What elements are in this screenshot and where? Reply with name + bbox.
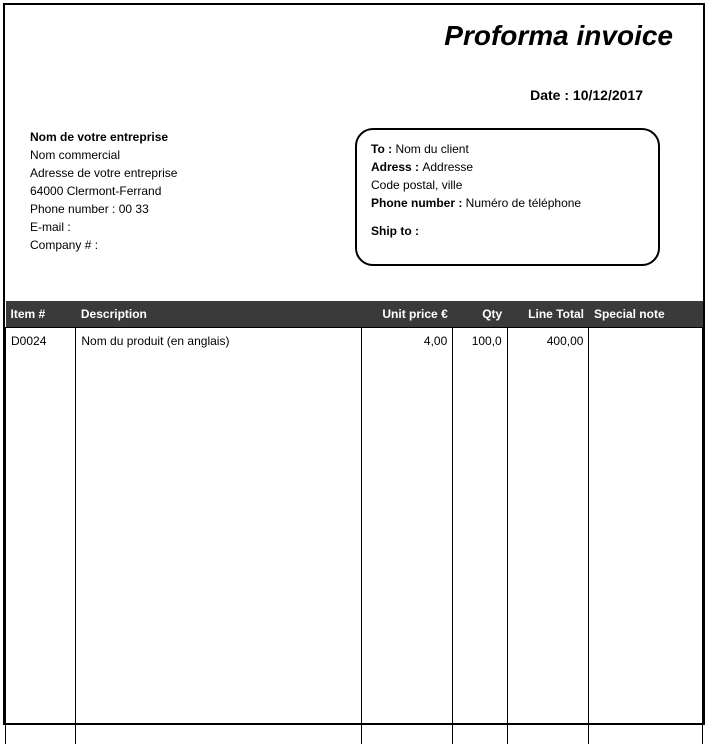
- cell-description: Nom du produit (en anglais): [76, 328, 362, 355]
- recipient-address-label: Adress :: [371, 160, 422, 174]
- date-label: Date :: [530, 87, 573, 103]
- cell-unit-price: 4,00: [362, 328, 453, 355]
- recipient-address: Adress : Addresse: [371, 158, 644, 176]
- header-block: Nom de votre entreprise Nom commercial A…: [5, 128, 703, 266]
- recipient-phone-value: Numéro de téléphone: [466, 196, 581, 210]
- recipient-to: To : Nom du client: [371, 140, 644, 158]
- table-filler: [6, 354, 703, 744]
- th-item: Item #: [6, 301, 76, 328]
- sender-phone-label: Phone number :: [30, 202, 119, 216]
- items-table-wrap: Item # Description Unit price € Qty Line…: [5, 301, 703, 744]
- th-description: Description: [76, 301, 362, 328]
- invoice-page: Proforma invoice Date : 10/12/2017 Nom d…: [3, 3, 705, 725]
- page-title: Proforma invoice: [5, 5, 703, 52]
- items-table: Item # Description Unit price € Qty Line…: [5, 301, 703, 744]
- th-line-total: Line Total: [507, 301, 589, 328]
- sender-phone-value: 00 33: [119, 202, 149, 216]
- recipient-city: Code postal, ville: [371, 176, 644, 194]
- sender-commercial-name: Nom commercial: [30, 146, 345, 164]
- sender-email: E-mail :: [30, 218, 345, 236]
- date-row: Date : 10/12/2017: [5, 87, 703, 103]
- recipient-to-value: Nom du client: [395, 142, 468, 156]
- sender-name: Nom de votre entreprise: [30, 128, 345, 146]
- th-special-note: Special note: [589, 301, 703, 328]
- recipient-shipto-label: Ship to :: [371, 222, 644, 240]
- recipient-address-value: Addresse: [422, 160, 473, 174]
- th-unit-price: Unit price €: [362, 301, 453, 328]
- recipient-to-label: To :: [371, 142, 395, 156]
- cell-special-note: [589, 328, 703, 355]
- cell-item: D0024: [6, 328, 76, 355]
- cell-line-total: 400,00: [507, 328, 589, 355]
- table-row: D0024 Nom du produit (en anglais) 4,00 1…: [6, 328, 703, 355]
- recipient-phone: Phone number : Numéro de téléphone: [371, 194, 644, 212]
- sender-address: Adresse de votre entreprise: [30, 164, 345, 182]
- sender-phone: Phone number : 00 33: [30, 200, 345, 218]
- recipient-phone-label: Phone number :: [371, 196, 466, 210]
- recipient-box: To : Nom du client Adress : Addresse Cod…: [355, 128, 660, 266]
- sender-city: 64000 Clermont-Ferrand: [30, 182, 345, 200]
- cell-qty: 100,0: [453, 328, 507, 355]
- sender-block: Nom de votre entreprise Nom commercial A…: [5, 128, 345, 266]
- th-qty: Qty: [453, 301, 507, 328]
- date-value: 10/12/2017: [573, 87, 643, 103]
- sender-company-no: Company # :: [30, 236, 345, 254]
- table-header-row: Item # Description Unit price € Qty Line…: [6, 301, 703, 328]
